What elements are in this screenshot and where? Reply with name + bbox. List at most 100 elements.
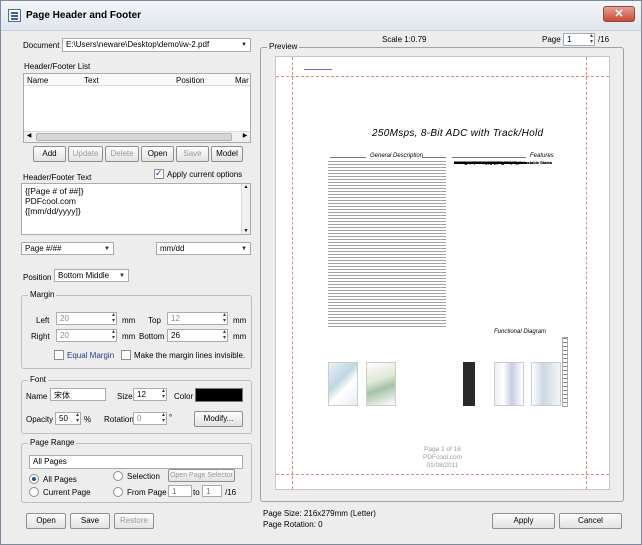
- bottom-margin-stepper[interactable]: 26: [167, 329, 228, 342]
- heading-rule-right: [452, 157, 526, 158]
- left-unit: mm: [122, 316, 136, 325]
- cancel-button[interactable]: Cancel: [559, 513, 622, 529]
- pdf-chip-diagram: [562, 337, 568, 407]
- close-button[interactable]: ✕: [603, 6, 635, 22]
- document-select[interactable]: E:\Users\neware\Desktop\demo\iw-2.pdf: [62, 38, 251, 52]
- pdf-image-2: [366, 362, 396, 406]
- scale-label: Scale 1:0.79: [382, 35, 427, 44]
- pdf-general-heading: General Description: [370, 153, 424, 159]
- opacity-unit: %: [84, 415, 92, 424]
- top-unit: mm: [233, 316, 247, 325]
- font-name-field[interactable]: 宋体: [50, 388, 106, 401]
- to-label: to: [193, 488, 200, 497]
- list-title: Header/Footer List: [24, 62, 91, 71]
- page-rotation-label: Page Rotation: 0: [263, 520, 323, 529]
- window-title: Page Header and Footer: [26, 10, 142, 21]
- margin-line-bottom: [276, 474, 609, 475]
- model-button[interactable]: Model: [211, 146, 243, 162]
- col-position[interactable]: Position: [176, 76, 204, 85]
- margin-invisible-checkbox[interactable]: [121, 350, 131, 360]
- right-margin-stepper[interactable]: 20: [56, 329, 117, 342]
- right-value: 20: [60, 331, 69, 340]
- scroll-right-icon[interactable]: ▶: [240, 132, 250, 142]
- restore-button[interactable]: Restore: [114, 513, 154, 529]
- from-page-field[interactable]: 1: [168, 485, 192, 497]
- add-button[interactable]: Add: [33, 146, 66, 162]
- scroll-up-icon[interactable]: ▲: [242, 184, 250, 190]
- page-range-value: All Pages: [33, 457, 67, 466]
- bottom-label: Bottom: [139, 332, 165, 341]
- selection-label: Selection: [127, 472, 160, 481]
- top-label: Top: [148, 316, 161, 325]
- rotation-stepper[interactable]: 0: [133, 412, 167, 425]
- col-name[interactable]: Name: [27, 76, 48, 85]
- scroll-down-icon[interactable]: ▼: [242, 228, 250, 234]
- left-value: 20: [60, 314, 69, 323]
- pdf-functional-heading: Functional Diagram: [494, 329, 547, 335]
- vertical-scrollbar[interactable]: ▲ ▼: [241, 184, 250, 234]
- opacity-label: Opacity: [26, 415, 54, 424]
- modify-font-button[interactable]: Modify...: [194, 411, 243, 427]
- page-format-select[interactable]: Page #/##: [21, 242, 114, 255]
- pdf-body-text: [328, 161, 446, 329]
- open-button[interactable]: Open: [26, 513, 66, 529]
- opacity-stepper[interactable]: 50: [55, 412, 81, 425]
- current-page-label: Current Page: [43, 488, 91, 497]
- pdf-features-heading: Features: [530, 153, 554, 159]
- preview-page-total: /16: [598, 35, 610, 44]
- delete-button[interactable]: Delete: [105, 146, 139, 162]
- rotation-label: Rotation: [104, 415, 134, 424]
- all-pages-radio[interactable]: [29, 474, 39, 484]
- position-value: Bottom Middle: [58, 271, 110, 280]
- save-list-button[interactable]: Save: [176, 146, 209, 162]
- horizontal-scrollbar[interactable]: ◀ ▶: [24, 131, 250, 142]
- update-button[interactable]: Update: [68, 146, 103, 162]
- apply-current-label: Apply current options: [167, 170, 243, 179]
- open-list-button[interactable]: Open: [141, 146, 174, 162]
- scroll-thumb[interactable]: [36, 133, 232, 141]
- position-label: Position: [23, 273, 52, 282]
- color-swatch[interactable]: [195, 388, 243, 402]
- col-margin[interactable]: Mar: [235, 76, 249, 85]
- equal-margin-checkbox[interactable]: [54, 350, 64, 360]
- page-label: Page: [542, 35, 561, 44]
- top-value: 12: [171, 314, 180, 323]
- page-range-select[interactable]: All Pages: [29, 455, 243, 469]
- selection-radio[interactable]: [113, 471, 123, 481]
- to-value: 1: [206, 487, 211, 496]
- date-format-select[interactable]: mm/dd: [156, 242, 251, 255]
- page-size-label: Page Size: 216x279mm (Letter): [263, 509, 376, 518]
- margin-title: Margin: [28, 290, 57, 299]
- apply-current-checkbox[interactable]: [154, 168, 164, 179]
- header-footer-list[interactable]: Name Text Position Mar ◀ ▶: [23, 73, 251, 143]
- open-page-selector-button[interactable]: Open Page Selector: [168, 469, 235, 482]
- header-footer-textarea[interactable]: {[Page # of ##]} PDFcool.com {[mm/dd/yyy…: [21, 183, 251, 235]
- font-size-label: Size: [117, 392, 133, 401]
- margin-line-right: [586, 57, 587, 489]
- rotation-unit: °: [169, 413, 173, 422]
- margin-line-top: [276, 76, 609, 77]
- left-margin-stepper[interactable]: 20: [56, 312, 117, 325]
- position-select[interactable]: Bottom Middle: [54, 269, 129, 282]
- top-margin-stepper[interactable]: 12: [167, 312, 228, 325]
- pdf-footer-page: Page 1 of 16: [424, 446, 461, 453]
- pdf-image-5: [531, 362, 561, 406]
- from-value: 1: [172, 487, 177, 496]
- col-text[interactable]: Text: [84, 76, 99, 85]
- color-label: Color: [174, 392, 194, 401]
- scroll-left-icon[interactable]: ◀: [24, 132, 34, 142]
- pdf-page-preview[interactable]: 250Msps, 8-Bit ADC with Track/Hold Gener…: [275, 56, 610, 490]
- from-page-radio[interactable]: [113, 487, 123, 497]
- all-pages-label: All Pages: [43, 475, 77, 484]
- font-size-stepper[interactable]: 12: [133, 388, 167, 401]
- margin-line-left: [292, 57, 293, 489]
- pdf-image-4: [494, 362, 524, 406]
- save-button[interactable]: Save: [70, 513, 110, 529]
- to-page-field[interactable]: 1: [202, 485, 222, 497]
- app-icon: [8, 9, 21, 22]
- apply-button[interactable]: Apply: [492, 513, 555, 529]
- list-header: Name Text Position Mar: [24, 74, 250, 86]
- preview-page-stepper[interactable]: 1: [563, 33, 595, 46]
- current-page-radio[interactable]: [29, 487, 39, 497]
- margin-invisible-label: Make the margin lines invisible.: [134, 351, 246, 360]
